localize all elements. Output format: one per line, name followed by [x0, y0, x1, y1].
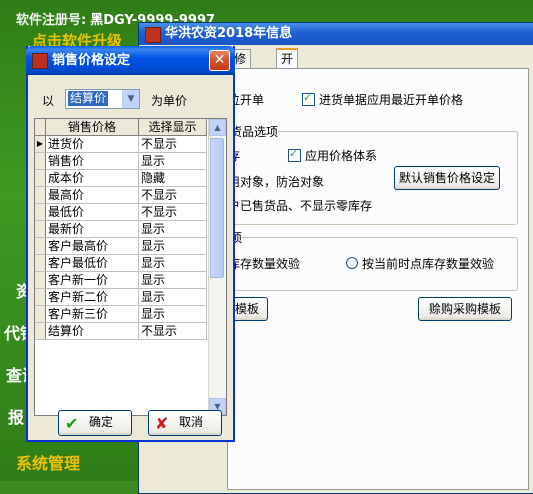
row-indicator — [35, 289, 46, 305]
display-option-cell[interactable]: 不显示 — [139, 204, 207, 220]
display-option-cell[interactable]: 显示 — [139, 153, 207, 169]
app-icon — [145, 27, 161, 43]
option-current-stock-check[interactable]: 按当前时点库存数量效验 — [346, 255, 494, 272]
price-grid: 销售价格 选择显示 ▶ 进货价 不显示 销售价 显示 成本价 隐藏 最高价 不显示 最低价 不显示最… — [34, 118, 227, 416]
ok-button[interactable]: ✔ 确定 — [58, 410, 132, 436]
display-option-cell[interactable]: 显示 — [139, 255, 207, 271]
table-row[interactable]: ▶ 进货价 不显示 — [35, 136, 207, 153]
app-icon — [32, 53, 48, 69]
row-indicator — [35, 204, 46, 220]
display-option-cell[interactable]: 显示 — [139, 272, 207, 288]
table-row[interactable]: 最低价 不显示 — [35, 204, 207, 221]
grid-header-display: 选择显示 — [139, 119, 207, 135]
row-indicator — [35, 306, 46, 322]
table-row[interactable]: 最新价 显示 — [35, 221, 207, 238]
credit-purchase-template-button[interactable]: 赊购采购模板 — [418, 297, 512, 321]
display-option-cell[interactable]: 显示 — [139, 306, 207, 322]
chevron-down-icon[interactable]: ▼ — [122, 90, 139, 108]
goods-options-group-label: 货品选项 — [230, 123, 279, 140]
grid-header: 销售价格 选择显示 — [35, 119, 207, 136]
row-indicator — [35, 238, 46, 254]
price-name-cell: 最新价 — [46, 221, 139, 237]
row-indicator — [35, 170, 46, 186]
row-indicator — [35, 323, 46, 339]
cancel-button-label: 取消 — [179, 415, 204, 429]
option-sold-goods[interactable]: 户已售货品、不显示零库存 — [228, 197, 372, 214]
price-name-cell: 结算价 — [46, 323, 139, 339]
price-prefix-label: 以 — [42, 94, 55, 108]
dialog-title: 销售价格设定 — [52, 53, 131, 68]
option-recent-price[interactable]: 进货单据应用最近开单价格 — [302, 91, 463, 108]
grid-scrollbar[interactable]: ▲ ▼ — [208, 119, 226, 415]
price-name-cell: 客户新二价 — [46, 289, 139, 305]
default-price-settings-button[interactable]: 默认销售价格设定 — [394, 166, 500, 190]
price-name-cell: 进货价 — [46, 136, 139, 152]
display-option-cell[interactable]: 显示 — [139, 289, 207, 305]
table-row[interactable]: 客户新一价 显示 — [35, 272, 207, 289]
table-row[interactable]: 客户新三价 显示 — [35, 306, 207, 323]
row-indicator — [35, 187, 46, 203]
price-name-cell: 客户最低价 — [46, 255, 139, 271]
table-row[interactable]: 结算价 不显示 — [35, 323, 207, 340]
dialog-titlebar[interactable]: 销售价格设定 ✕ — [26, 46, 235, 75]
display-option-cell[interactable]: 不显示 — [139, 136, 207, 152]
table-row[interactable]: 成本价 隐藏 — [35, 170, 207, 187]
display-option-cell[interactable]: 显示 — [139, 221, 207, 237]
table-row[interactable]: 客户最低价 显示 — [35, 255, 207, 272]
checkbox-checked-icon[interactable] — [288, 147, 301, 162]
side-menu-item-system-management[interactable]: 系统管理 — [16, 450, 80, 474]
display-option-cell[interactable]: 不显示 — [139, 187, 207, 203]
unit-price-select[interactable]: 结算价 ▼ — [65, 89, 140, 109]
ok-button-label: 确定 — [89, 415, 114, 429]
option-target-objects[interactable]: 用对象，防治对象 — [228, 173, 324, 190]
cancel-button[interactable]: ✘ 取消 — [148, 410, 222, 436]
table-row[interactable]: 客户最高价 显示 — [35, 238, 207, 255]
tab-pane: 位开单 进货单据应用最近开单价格 货品选项 存 应用价格体系 用对象，防治对象 … — [226, 68, 529, 490]
scroll-thumb[interactable] — [210, 138, 224, 278]
current-row-arrow-icon: ▶ — [35, 136, 46, 152]
tab-billing-optimization[interactable]: 开单优化项 — [276, 48, 299, 138]
settings-window-title: 华洪农资2018年信息 — [165, 26, 293, 41]
price-name-cell: 销售价 — [46, 153, 139, 169]
close-icon[interactable]: ✕ — [209, 50, 230, 71]
table-row[interactable]: 销售价 显示 — [35, 153, 207, 170]
scroll-up-icon[interactable]: ▲ — [209, 119, 226, 136]
option-price-system[interactable]: 应用价格体系 — [288, 147, 377, 164]
check-icon: ✔ — [65, 414, 79, 433]
price-suffix-label: 为单价 — [151, 94, 188, 108]
table-row[interactable]: 客户新二价 显示 — [35, 289, 207, 306]
display-option-cell[interactable]: 显示 — [139, 238, 207, 254]
checkbox-checked-icon[interactable] — [302, 91, 315, 106]
side-menu-item-report[interactable]: 报 — [8, 404, 24, 428]
price-name-cell: 成本价 — [46, 170, 139, 186]
row-indicator — [35, 221, 46, 237]
grid-header-price: 销售价格 — [46, 119, 139, 135]
sales-price-dialog: 销售价格设定 ✕ 以 结算价 ▼ 为单价 销售价格 选择显示 ▶ 进货价 不显示 销售… — [26, 46, 235, 442]
option-stock-quantity-check[interactable]: 库存数量效验 — [228, 255, 300, 272]
unit-price-select-value: 结算价 — [68, 91, 109, 106]
display-option-cell[interactable]: 隐藏 — [139, 170, 207, 186]
table-row[interactable]: 最高价 不显示 — [35, 187, 207, 204]
x-icon: ✘ — [155, 414, 169, 433]
display-option-cell[interactable]: 不显示 — [139, 323, 207, 339]
settings-window-titlebar[interactable]: 华洪农资2018年信息 — [139, 23, 533, 45]
price-name-cell: 客户新一价 — [46, 272, 139, 288]
price-name-cell: 客户最高价 — [46, 238, 139, 254]
row-indicator — [35, 255, 46, 271]
radio-icon[interactable] — [346, 257, 358, 269]
registration-label: 软件注册号: — [16, 13, 87, 28]
price-name-cell: 最低价 — [46, 204, 139, 220]
price-name-cell: 最高价 — [46, 187, 139, 203]
row-indicator — [35, 153, 46, 169]
grid-header-corner — [35, 119, 46, 135]
price-name-cell: 客户新三价 — [46, 306, 139, 322]
row-indicator — [35, 272, 46, 288]
